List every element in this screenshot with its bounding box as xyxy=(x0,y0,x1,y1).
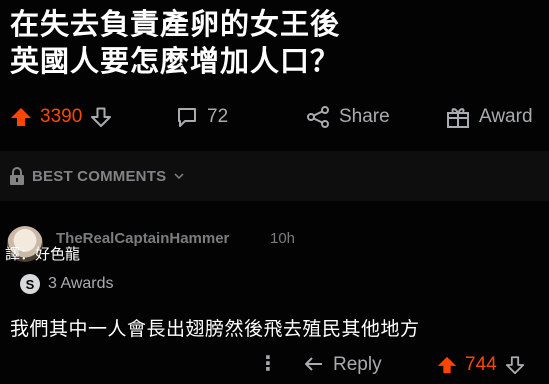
post-title: 在失去負責產卵的女王後 英國人要怎麼增加人口？ xyxy=(10,6,540,80)
comment-vote-group: 744 xyxy=(437,354,525,376)
post-action-bar: 3390 72 Share Award xyxy=(0,97,549,137)
share-icon xyxy=(305,105,331,129)
share-button[interactable]: Share xyxy=(305,97,390,137)
comments-button[interactable]: 72 xyxy=(175,97,228,137)
post-vote-count: 3390 xyxy=(40,106,83,127)
upvote-icon[interactable] xyxy=(10,106,32,128)
reply-label: Reply xyxy=(333,354,382,375)
award-icon xyxy=(445,105,471,129)
award-button[interactable]: Award xyxy=(445,97,533,137)
best-comments-label: BEST COMMENTS xyxy=(32,167,167,185)
comment: TheRealCaptainHammer 10h 譯：好色龍 S 3 Award… xyxy=(0,212,549,384)
sort-best-comments[interactable]: BEST COMMENTS xyxy=(0,151,549,201)
comment-body: 我們其中一人會長出翅膀然後飛去殖民其他地方 xyxy=(10,318,420,340)
share-label: Share xyxy=(339,106,390,127)
more-icon[interactable]: ⋮ xyxy=(258,353,278,373)
reply-icon xyxy=(303,355,325,375)
comment-timestamp: 10h xyxy=(270,230,296,247)
comment-action-bar: ⋮ Reply 744 xyxy=(0,350,549,380)
award-badge-icon: S xyxy=(20,274,40,294)
upvote-icon[interactable] xyxy=(437,355,457,375)
comment-count: 72 xyxy=(207,106,229,127)
award-label: Award xyxy=(479,106,533,127)
awards-label: 3 Awards xyxy=(48,275,114,292)
translator-note: 譯：好色龍 xyxy=(5,245,81,263)
post-title-line-2: 英國人要怎麼增加人口？ xyxy=(10,44,341,78)
comment-awards[interactable]: S 3 Awards xyxy=(20,274,114,294)
downvote-icon[interactable] xyxy=(90,106,112,128)
comment-icon xyxy=(175,105,199,129)
downvote-icon[interactable] xyxy=(505,355,525,375)
comment-vote-count: 744 xyxy=(465,354,497,375)
chevron-down-icon xyxy=(174,172,184,180)
post-vote-group: 3390 xyxy=(10,97,112,137)
reply-button[interactable]: Reply xyxy=(303,354,382,376)
lock-icon xyxy=(8,166,26,186)
comment-username[interactable]: TheRealCaptainHammer xyxy=(56,230,229,247)
post-title-line-1: 在失去負責產卵的女王後 xyxy=(10,7,341,41)
